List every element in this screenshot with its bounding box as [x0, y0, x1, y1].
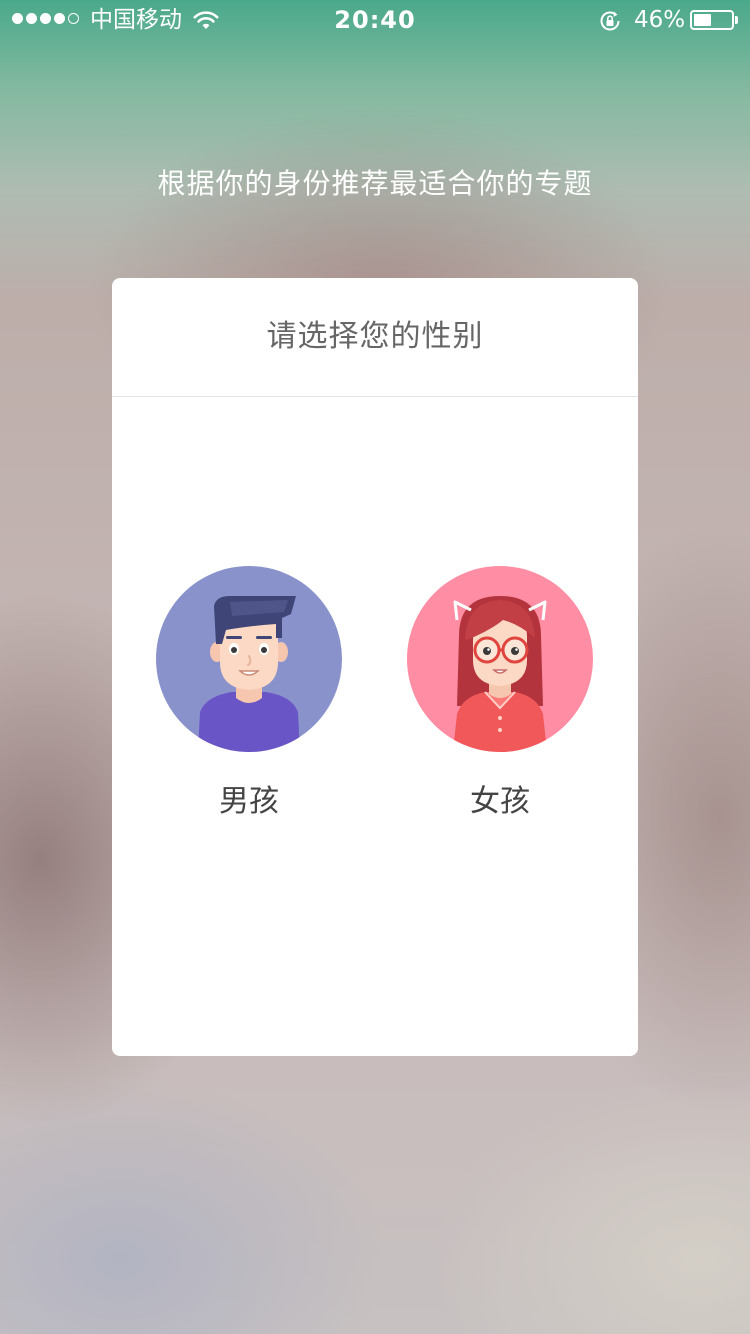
girl-avatar-icon [407, 566, 593, 752]
status-bar: 中国移动 20:40 46% [0, 0, 750, 40]
dialog-divider [112, 396, 638, 397]
battery-percent: 46% [634, 7, 686, 33]
battery-fill [694, 14, 711, 26]
battery-icon [690, 10, 734, 30]
screen: 中国移动 20:40 46% 根据你的身份推荐最适合你的专题 请选择您的性别 男… [0, 0, 750, 1334]
gender-option-boy[interactable]: 男孩 [156, 566, 342, 822]
dialog-title: 请选择您的性别 [266, 319, 484, 354]
battery-terminal [735, 16, 738, 24]
boy-avatar-icon [156, 566, 342, 752]
rotation-lock-icon [600, 11, 620, 31]
gender-label-boy: 男孩 [219, 784, 279, 819]
recommendation-subtitle: 根据你的身份推荐最适合你的专题 [157, 167, 593, 200]
gender-label-girl: 女孩 [470, 784, 530, 819]
gender-select-dialog: 请选择您的性别 男孩 女孩 [112, 278, 638, 1056]
gender-option-girl[interactable]: 女孩 [407, 566, 593, 822]
